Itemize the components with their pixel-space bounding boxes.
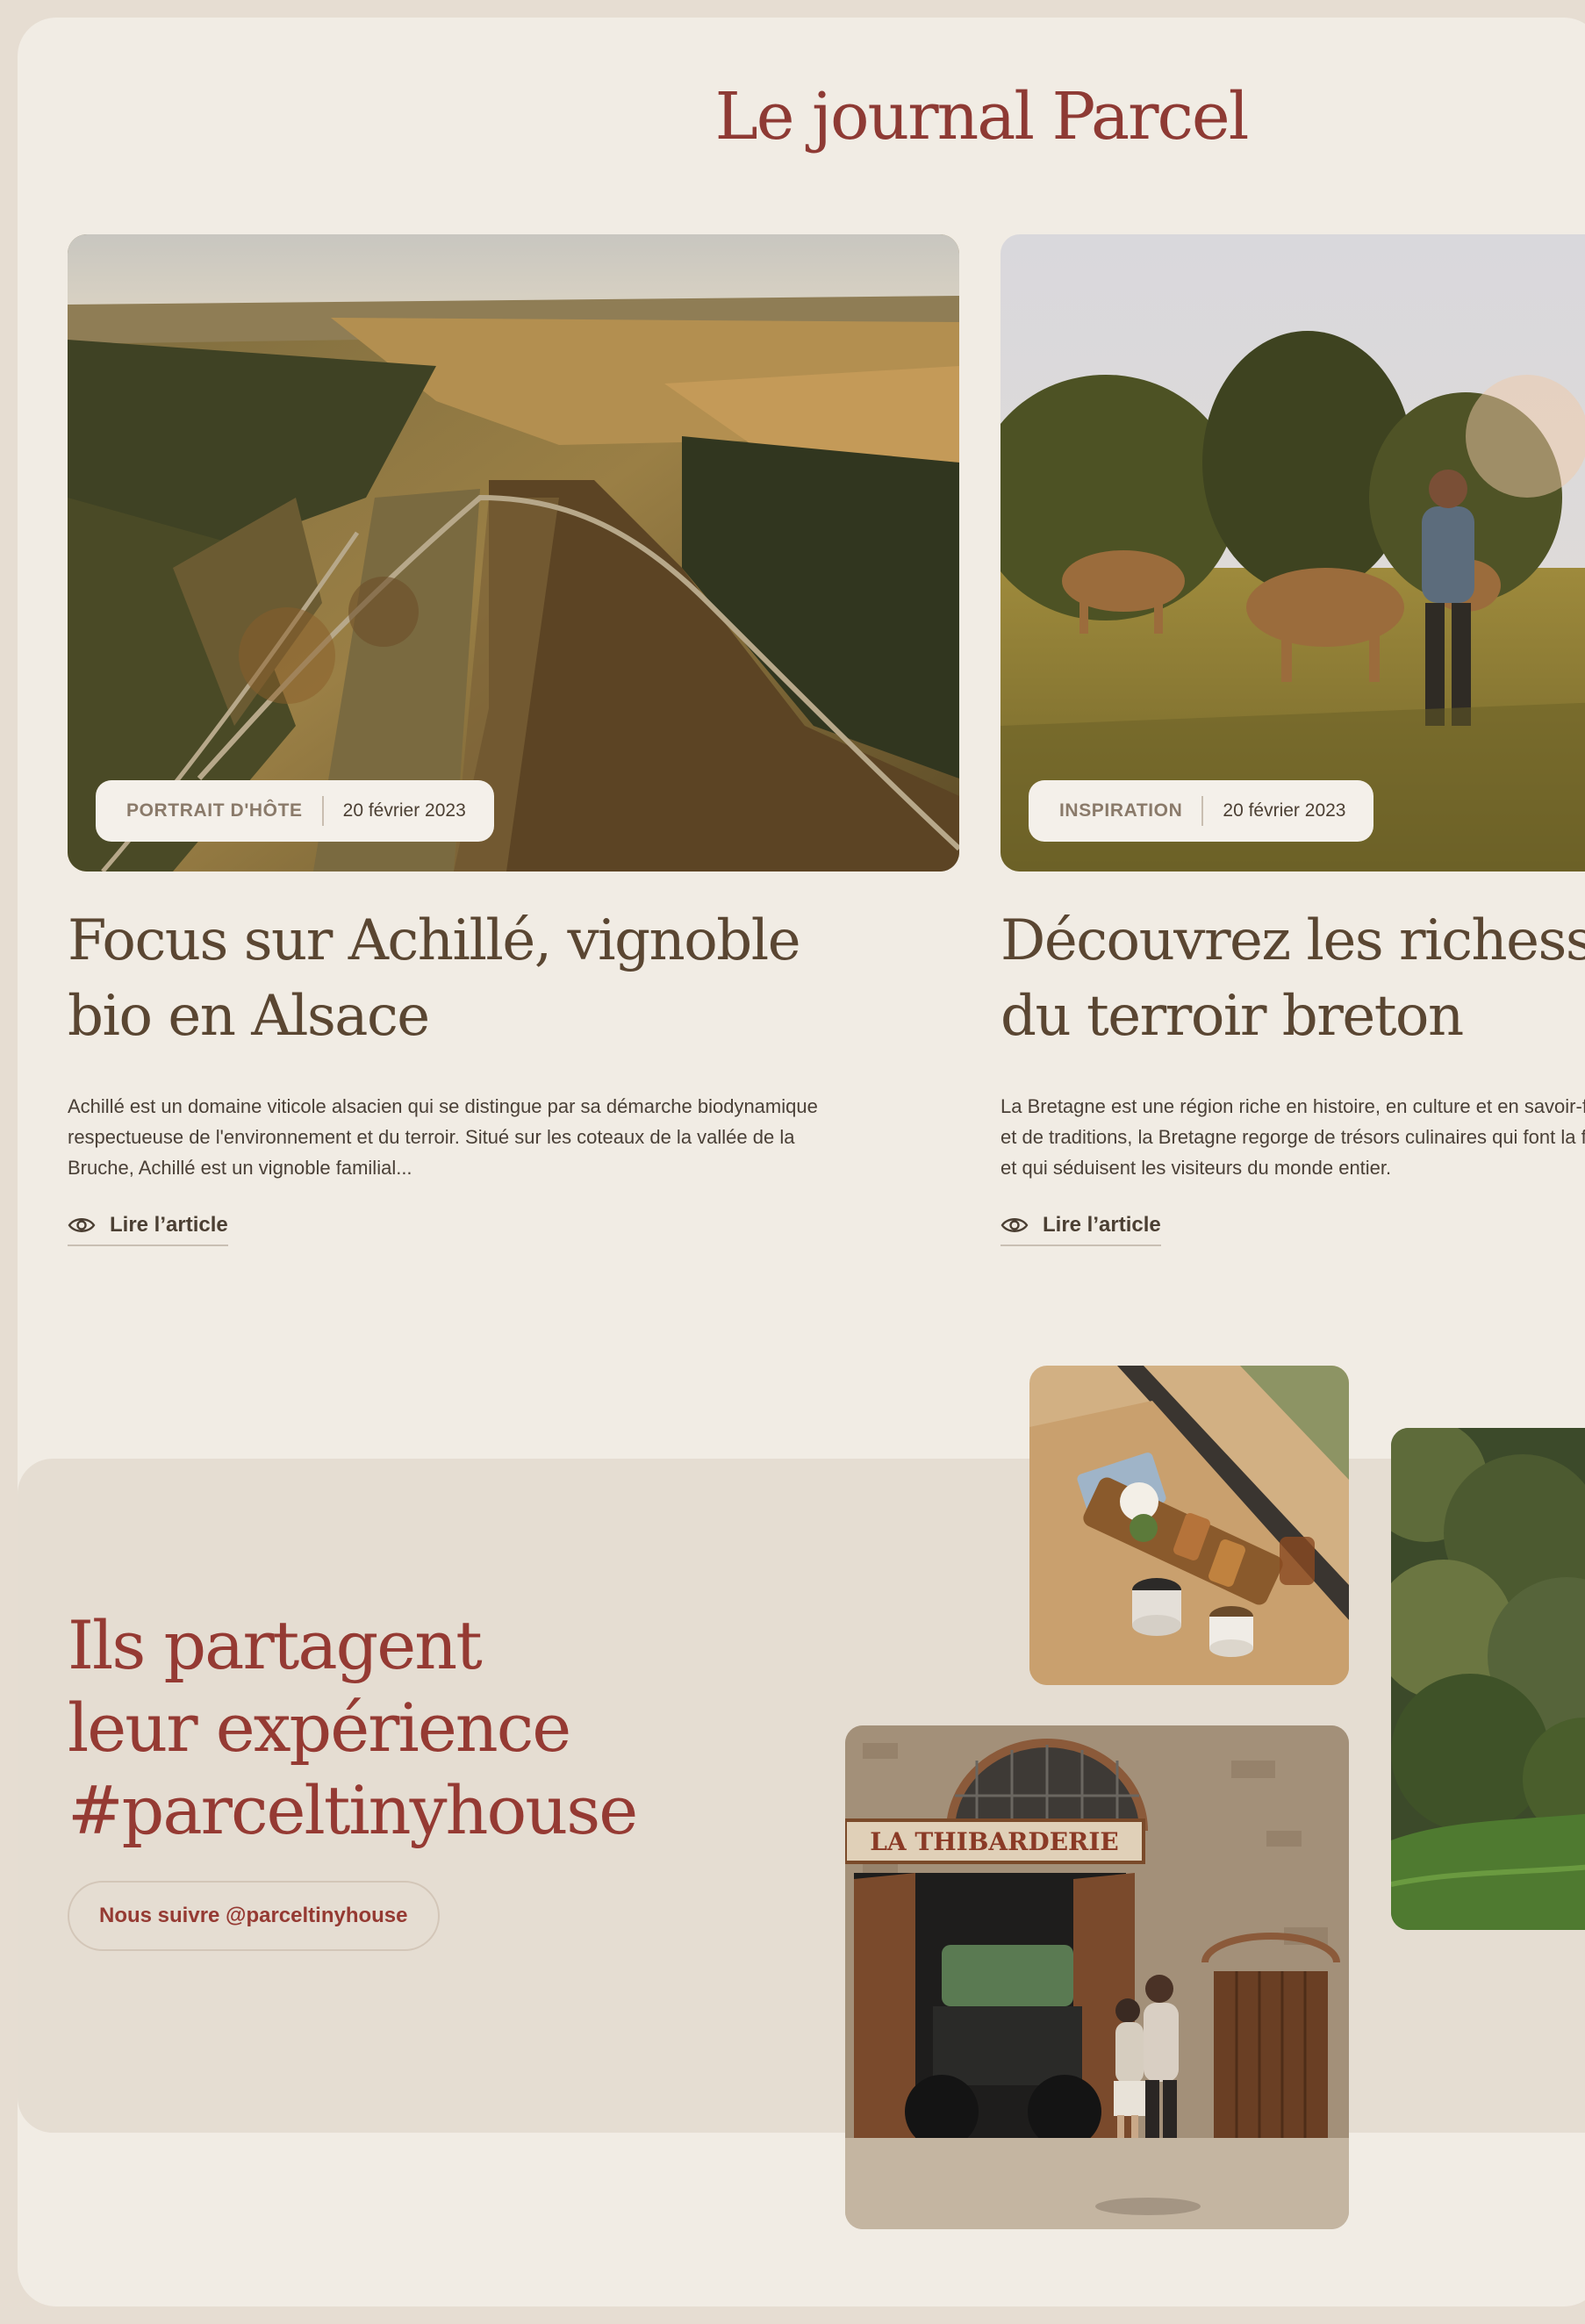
article-date: 20 février 2023 bbox=[342, 800, 466, 821]
share-heading: Ils partagent leur expérience #parceltin… bbox=[68, 1606, 638, 1849]
page-frame: Le journal Parcel PORTRAIT D'HÔTE 20 fév… bbox=[18, 18, 1585, 2306]
read-article-link[interactable]: Lire l’article bbox=[1000, 1213, 1161, 1246]
article-excerpt: Achillé est un domaine viticole alsacien… bbox=[68, 1095, 818, 1179]
article-category: PORTRAIT D'HÔTE bbox=[126, 800, 303, 821]
tag-divider bbox=[1201, 796, 1204, 826]
eye-icon bbox=[1000, 1218, 1029, 1232]
journal-title: Le journal Parcel bbox=[714, 79, 1250, 154]
article-card-2: INSPIRATION 20 février 2023 Découvrez le… bbox=[1000, 234, 1585, 1246]
read-article-label: Lire l’article bbox=[110, 1213, 228, 1237]
article-excerpt: La Bretagne est une région riche en hist… bbox=[1000, 1095, 1585, 1179]
cows-in-pasture-photo bbox=[1000, 234, 1585, 872]
read-article-link[interactable]: Lire l’article bbox=[68, 1213, 228, 1246]
gallery-photo-forest[interactable] bbox=[1391, 1428, 1585, 1930]
eye-icon bbox=[68, 1218, 96, 1232]
gallery-photo-barn[interactable]: LA THIBARDERIE bbox=[845, 1725, 1349, 2229]
article-title[interactable]: Découvrez les richesses du terroir breto… bbox=[1000, 903, 1585, 1054]
gallery-photo-breakfast[interactable] bbox=[1029, 1366, 1349, 1685]
barn-sign-text: LA THIBARDERIE bbox=[870, 1827, 1119, 1856]
barn-couple-photo: LA THIBARDERIE bbox=[845, 1725, 1349, 2229]
article-image-vineyard[interactable]: PORTRAIT D'HÔTE 20 février 2023 bbox=[68, 234, 959, 872]
read-article-label: Lire l’article bbox=[1043, 1213, 1161, 1237]
article-card-1: PORTRAIT D'HÔTE 20 février 2023 Focus su… bbox=[68, 234, 959, 1246]
article-date: 20 février 2023 bbox=[1223, 800, 1346, 821]
forest-photo bbox=[1391, 1428, 1585, 1930]
article-tag: INSPIRATION 20 février 2023 bbox=[1029, 780, 1374, 842]
article-tag: PORTRAIT D'HÔTE 20 février 2023 bbox=[96, 780, 494, 842]
aerial-vineyard-photo bbox=[68, 234, 959, 872]
follow-instagram-button[interactable]: Nous suivre @parceltinyhouse bbox=[68, 1881, 440, 1951]
tag-divider bbox=[321, 796, 324, 826]
article-category: INSPIRATION bbox=[1059, 800, 1183, 821]
breakfast-photo bbox=[1029, 1366, 1349, 1685]
article-image-cows[interactable]: INSPIRATION 20 février 2023 bbox=[1000, 234, 1585, 872]
article-title[interactable]: Focus sur Achillé, vignoble bio en Alsac… bbox=[68, 903, 959, 1054]
